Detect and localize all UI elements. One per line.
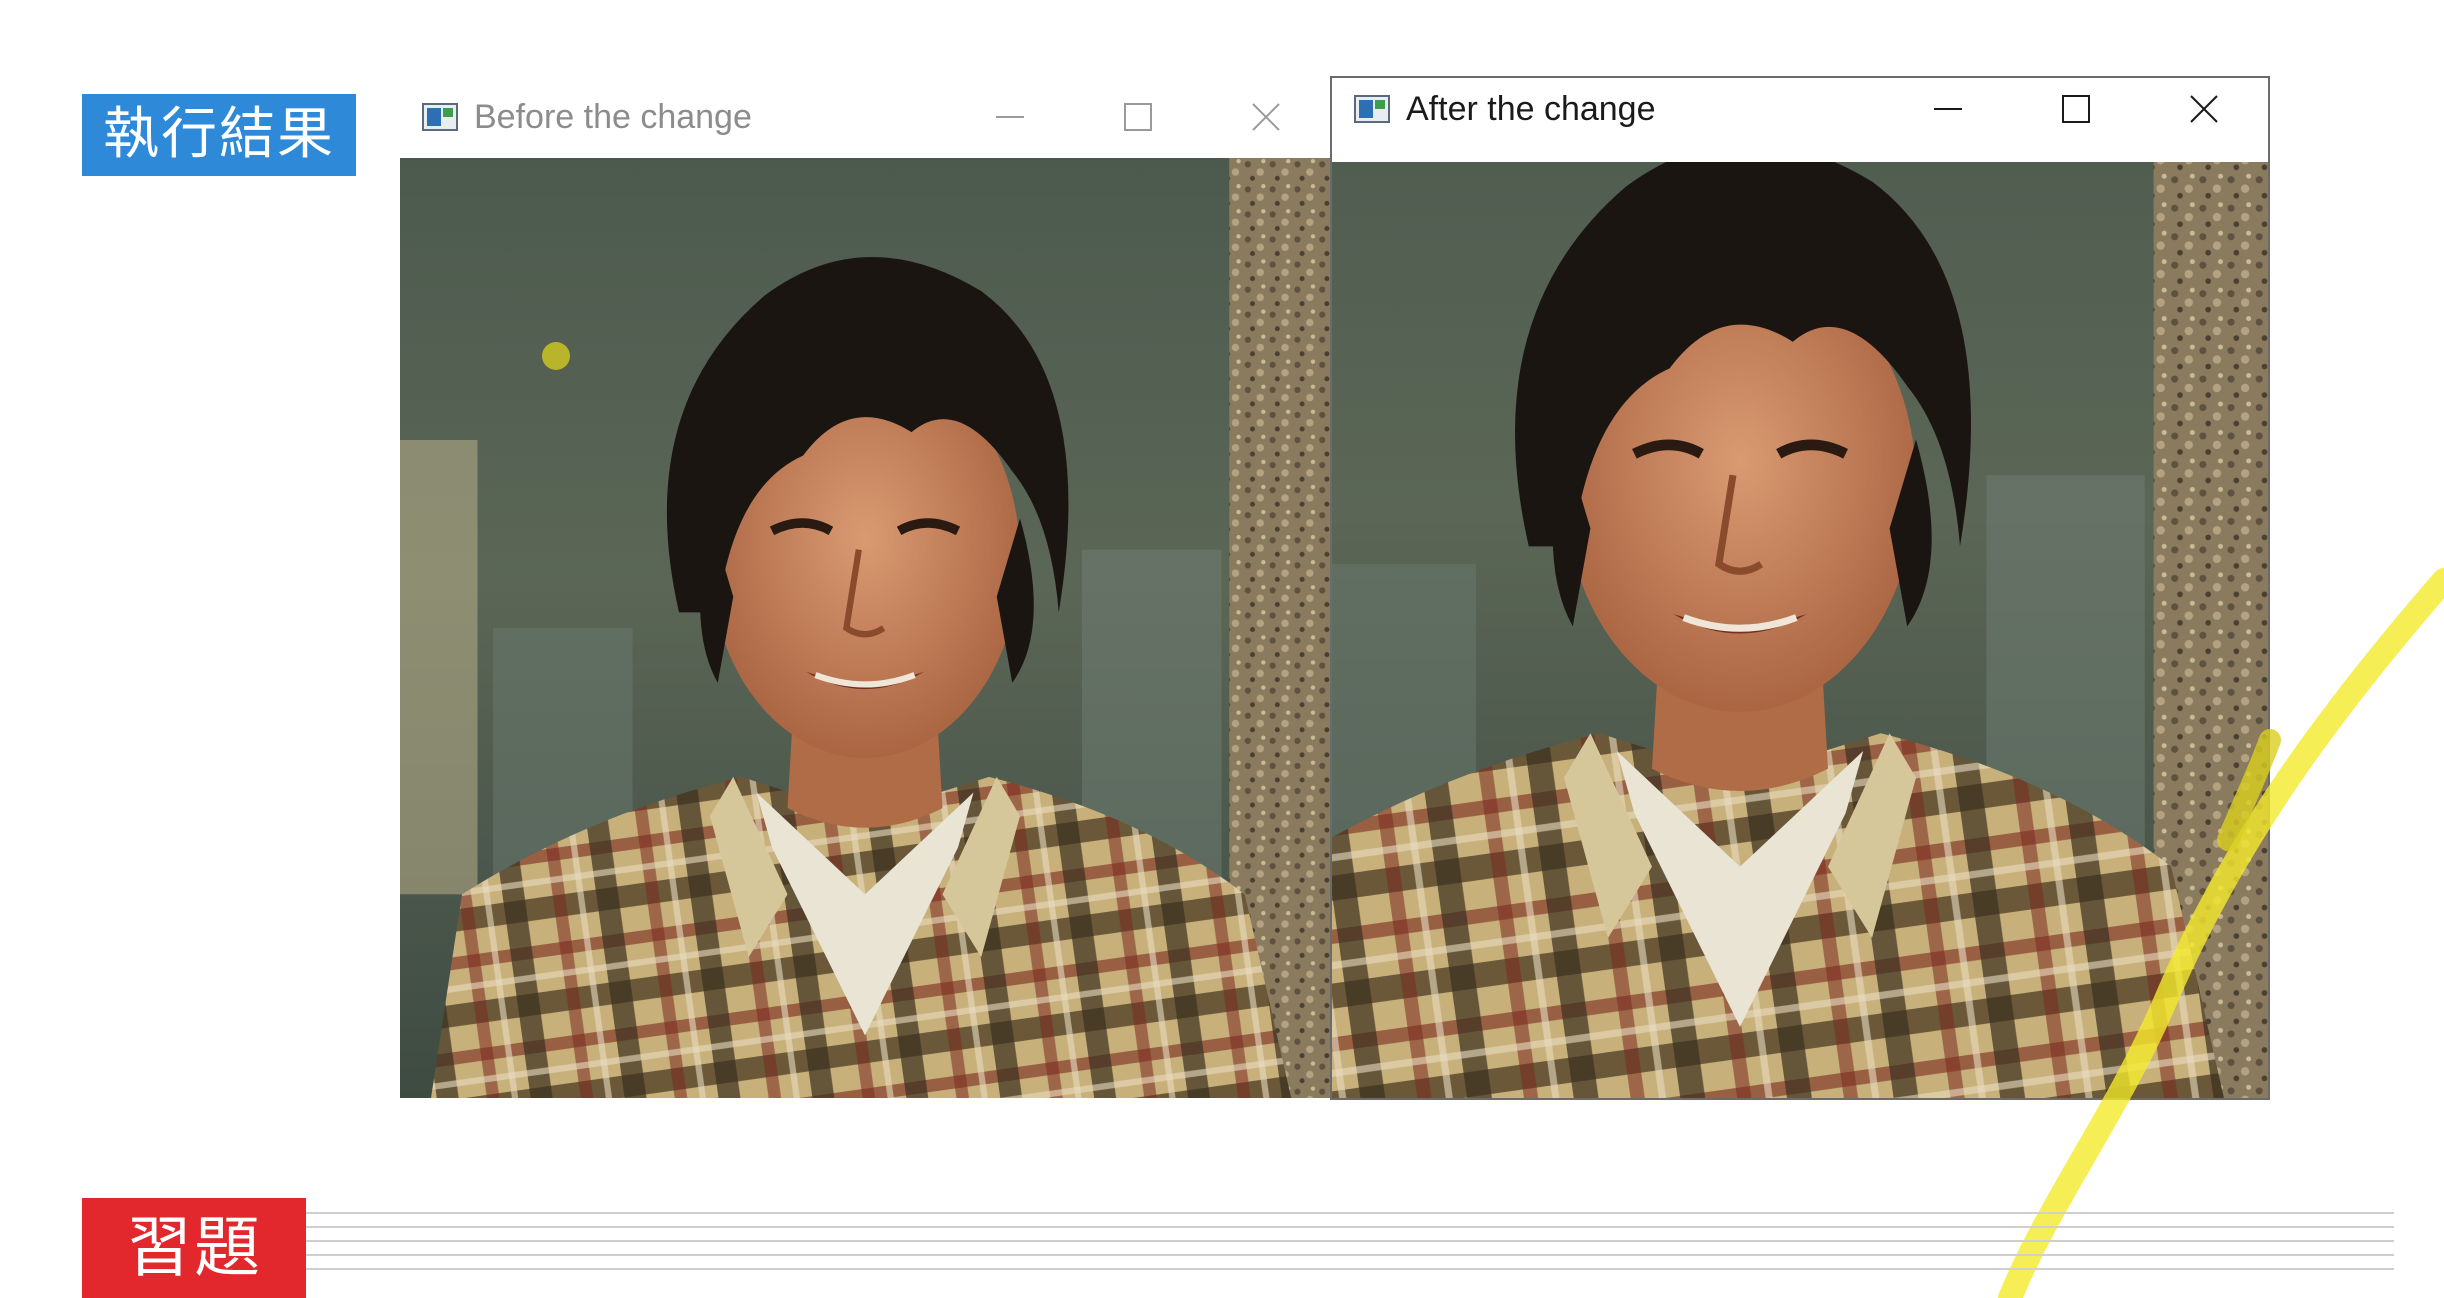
close-icon: [2190, 95, 2218, 123]
window-title: After the change: [1406, 89, 1656, 128]
window-titlebar[interactable]: After the change: [1332, 78, 2268, 140]
image-canvas: [400, 158, 1330, 1098]
section-label-run-result: 執行結果: [82, 94, 356, 176]
opencv-window-icon: [1354, 95, 1390, 123]
close-button[interactable]: [1202, 86, 1330, 148]
image-canvas: [1332, 162, 2268, 1098]
minimize-icon: [1934, 108, 1962, 110]
minimize-icon: [996, 116, 1024, 118]
minimize-button[interactable]: [1884, 78, 2012, 140]
maximize-button[interactable]: [1074, 86, 1202, 148]
close-icon: [1252, 103, 1280, 131]
window-before[interactable]: Before the change: [400, 86, 1330, 1098]
maximize-icon: [2062, 95, 2090, 123]
pen-annotation-dot: [542, 342, 570, 370]
translated-portrait-photo: [1332, 162, 2268, 1098]
answer-lines: [306, 1212, 2394, 1282]
close-button[interactable]: [2140, 78, 2268, 140]
opencv-window-icon: [422, 103, 458, 131]
portrait-photo: [400, 158, 1330, 1098]
window-titlebar[interactable]: Before the change: [400, 86, 1330, 148]
exercise-label: 習題: [82, 1198, 306, 1298]
window-title: Before the change: [474, 97, 752, 136]
window-after[interactable]: After the change: [1330, 76, 2270, 1100]
maximize-icon: [1124, 103, 1152, 131]
maximize-button[interactable]: [2012, 78, 2140, 140]
minimize-button[interactable]: [946, 86, 1074, 148]
